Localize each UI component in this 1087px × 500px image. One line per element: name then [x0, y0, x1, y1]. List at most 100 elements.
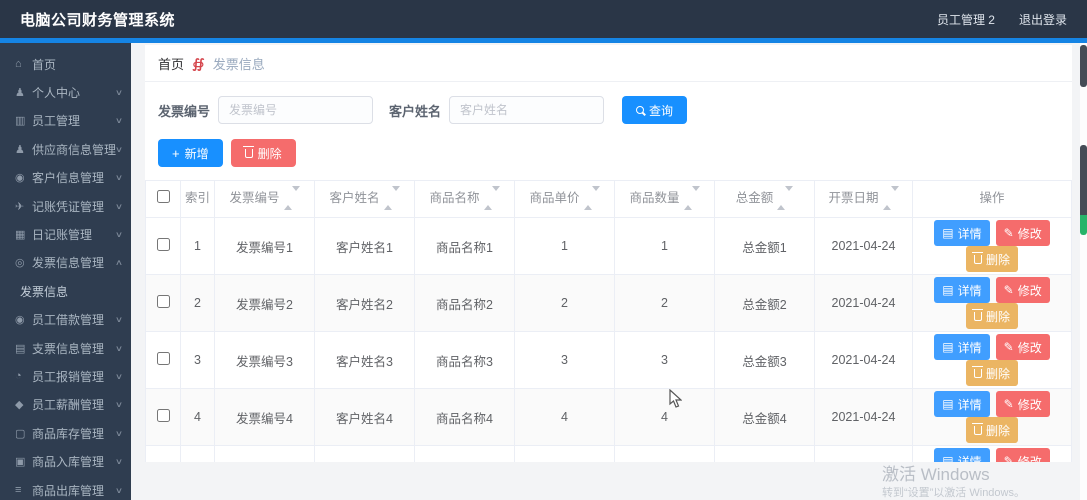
row-edit-button[interactable]: ✎ 修改	[995, 448, 1050, 462]
action-label: 删除	[985, 366, 1010, 381]
sidebar-item-2[interactable]: ▥ 员工管理 ∨	[0, 107, 131, 135]
sidebar-item-7[interactable]: ◎ 发票信息管理 ∧	[0, 249, 131, 277]
cell-unit_price: 4	[514, 388, 615, 446]
detail-icon: ▤	[942, 226, 954, 240]
column-header-5[interactable]: 商品数量	[614, 180, 715, 218]
sidebar-item-0[interactable]: ⌂ 首页	[0, 50, 131, 78]
sidebar-subitem-7-0[interactable]: 发票信息	[0, 277, 131, 305]
column-header-label: 总金额	[735, 191, 774, 206]
sidebar-item-10[interactable]: ◔ 员工报销管理 ∨	[0, 362, 131, 390]
sidebar-item-1[interactable]: ♟ 个人中心 ∨	[0, 78, 131, 106]
cell-customer: 客户姓名1	[314, 217, 415, 275]
column-header-label: 操作	[979, 191, 1005, 206]
row-delete-button[interactable]: 删除	[965, 360, 1018, 386]
row-checkbox[interactable]	[156, 295, 170, 308]
sidebar-item-14[interactable]: ≡ 商品出库管理 ∨	[0, 476, 131, 500]
send-icon: ✈	[15, 200, 25, 213]
column-header-label: 发票编号	[229, 191, 280, 206]
row-edit-button[interactable]: ✎ 修改	[995, 277, 1050, 303]
column-header-6[interactable]: 总金额	[714, 180, 815, 218]
row-edit-button[interactable]: ✎ 修改	[995, 334, 1050, 360]
location-pin-icon: ◉	[15, 172, 25, 185]
column-header-label: 客户姓名	[329, 191, 380, 206]
scrollbar-thumb[interactable]	[1080, 45, 1087, 87]
column-header-7[interactable]: 开票日期	[814, 180, 913, 218]
nav-logout-link[interactable]: 退出登录	[1019, 11, 1067, 28]
invoice-no-input[interactable]	[218, 96, 374, 124]
row-edit-button[interactable]: ✎ 修改	[995, 391, 1050, 417]
cell-date: 2021-04-24	[814, 217, 913, 275]
row-checkbox[interactable]	[156, 352, 170, 365]
sort-caret-icon[interactable]	[283, 186, 300, 211]
action-label: 删除	[985, 309, 1010, 324]
select-all-header	[145, 180, 181, 218]
row-detail-button[interactable]: ▤ 详情	[934, 391, 990, 417]
sidebar-item-3[interactable]: ♟ 供应商信息管理 ∨	[0, 135, 131, 163]
row-select-cell	[145, 274, 181, 332]
sort-caret-icon[interactable]	[777, 186, 794, 211]
search-icon	[636, 106, 645, 114]
column-header-3[interactable]: 商品名称	[414, 180, 515, 218]
scrollbar-thumb[interactable]	[1080, 145, 1087, 215]
chevron-down-icon: ∨	[114, 400, 124, 410]
customer-name-input[interactable]	[449, 96, 605, 124]
row-delete-button[interactable]: 删除	[965, 417, 1018, 443]
sidebar-item-12[interactable]: ▢ 商品库存管理 ∨	[0, 419, 131, 447]
column-header-2[interactable]: 客户姓名	[314, 180, 415, 218]
add-button[interactable]: + 新增	[158, 139, 223, 167]
row-detail-button[interactable]: ▤ 详情	[934, 334, 990, 360]
sidebar-item-13[interactable]: ▣ 商品入库管理 ∨	[0, 447, 131, 475]
sort-caret-icon[interactable]	[882, 186, 899, 211]
row-actions-cell: ▤详情✎修改删除	[912, 217, 1072, 275]
sort-caret-icon[interactable]	[383, 186, 400, 211]
scrollbar-track	[1080, 43, 1087, 500]
sidebar-item-label: 支票信息管理	[32, 341, 105, 356]
cell-quantity: 2	[614, 274, 715, 332]
column-header-1[interactable]: 发票编号	[214, 180, 315, 218]
cell-product: 商品名称5	[414, 445, 515, 462]
nav-employee-management-link[interactable]: 员工管理 2	[937, 11, 995, 28]
action-label: 修改	[1017, 397, 1042, 412]
column-header-0: 索引	[180, 180, 215, 218]
trash-icon	[243, 145, 255, 158]
cell-total: 总金额4	[714, 388, 815, 446]
sort-caret-icon[interactable]	[583, 186, 600, 211]
row-delete-button[interactable]: 删除	[965, 246, 1018, 272]
action-label: 修改	[1017, 340, 1042, 355]
row-checkbox[interactable]	[156, 409, 170, 422]
breadcrumb-home[interactable]: 首页	[158, 54, 184, 73]
chevron-down-icon: ∨	[114, 371, 124, 381]
cell-index: 1	[180, 217, 215, 275]
edit-icon: ✎	[1003, 454, 1014, 462]
query-button[interactable]: 查询	[622, 96, 688, 124]
cell-invoice_no: 发票编号1	[214, 217, 315, 275]
cell-date: 2021-04-24	[814, 274, 913, 332]
sort-caret-icon[interactable]	[683, 186, 700, 211]
edit-icon: ✎	[1003, 340, 1014, 354]
sort-caret-icon[interactable]	[483, 186, 500, 211]
row-detail-button[interactable]: ▤ 详情	[934, 448, 990, 462]
select-all-checkbox[interactable]	[156, 190, 170, 204]
sidebar-item-5[interactable]: ✈ 记账凭证管理 ∨	[0, 192, 131, 220]
column-header-4[interactable]: 商品单价	[514, 180, 615, 218]
sidebar-item-9[interactable]: ▤ 支票信息管理 ∨	[0, 334, 131, 362]
row-delete-button[interactable]: 删除	[965, 303, 1018, 329]
sidebar: ⌂ 首页 ♟ 个人中心 ∨ ▥ 员工管理 ∨ ♟ 供应商信息管理 ∨ ◉ 客户信息管理 ∨ ✈ 记账凭证管理 ∨…	[0, 43, 131, 500]
action-label: 详情	[957, 397, 982, 412]
row-checkbox[interactable]	[156, 238, 170, 251]
invoice-table-wrap: 索引 发票编号 客户姓名 商品名称 商品单价 商品数量 总金额 开票日期 操作 1 发票编号1 客户…	[145, 180, 1072, 462]
cell-total: 总金额1	[714, 217, 815, 275]
row-detail-button[interactable]: ▤ 详情	[934, 277, 990, 303]
row-edit-button[interactable]: ✎ 修改	[995, 220, 1050, 246]
delete-button[interactable]: 删除	[230, 139, 296, 167]
sidebar-item-11[interactable]: ◆ 员工薪酬管理 ∨	[0, 391, 131, 419]
sidebar-item-4[interactable]: ◉ 客户信息管理 ∨	[0, 164, 131, 192]
sidebar-item-8[interactable]: ◉ 员工借款管理 ∨	[0, 306, 131, 334]
chevron-down-icon: ∨	[114, 485, 124, 495]
sidebar-item-6[interactable]: ▦ 日记账管理 ∨	[0, 220, 131, 248]
row-actions-cell: ▤详情✎修改删除	[912, 445, 1072, 462]
row-detail-button[interactable]: ▤ 详情	[934, 220, 990, 246]
top-navbar: 电脑公司财务管理系统 员工管理 2 退出登录	[0, 0, 1087, 38]
cell-index: 4	[180, 388, 215, 446]
cell-invoice_no: 发票编号4	[214, 388, 315, 446]
